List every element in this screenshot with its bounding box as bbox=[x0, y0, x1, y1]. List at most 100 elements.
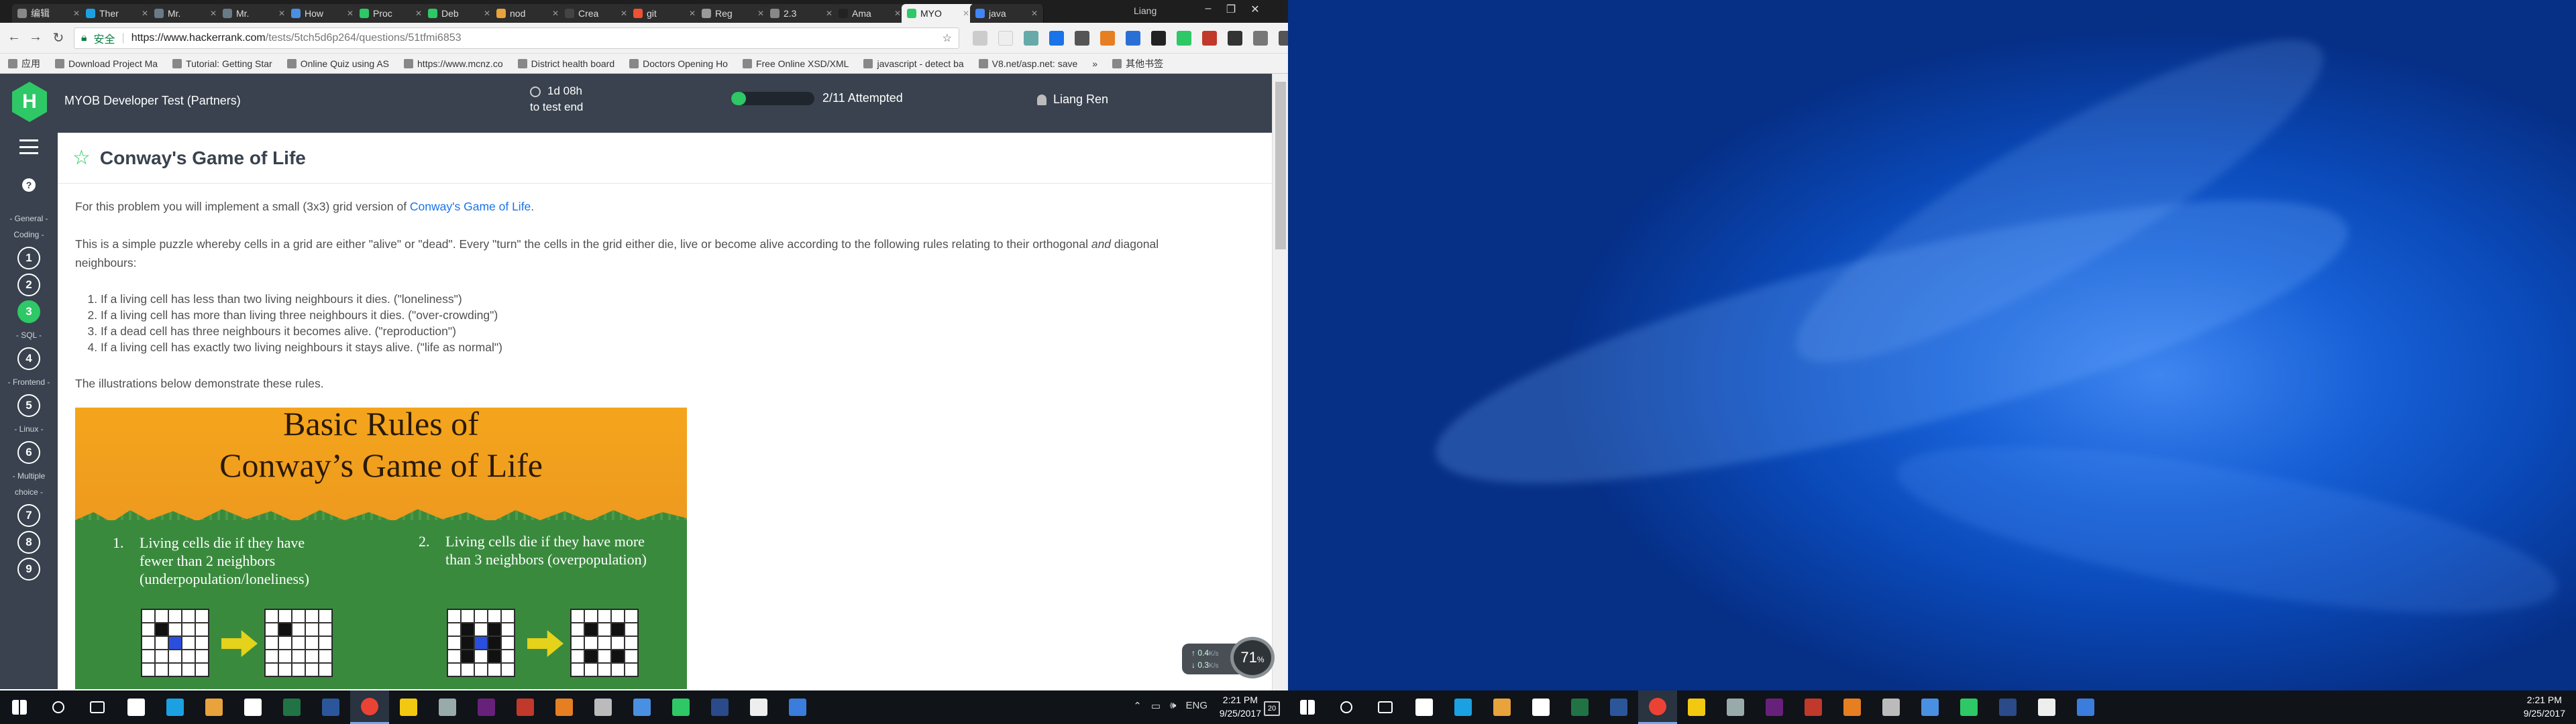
browser-tab[interactable]: java ✕ bbox=[970, 4, 1044, 23]
browser-tab[interactable]: Mr. ✕ bbox=[149, 4, 223, 23]
taskbar-button[interactable] bbox=[1794, 690, 1833, 724]
taskbar-button[interactable] bbox=[1911, 690, 1949, 724]
taskbar-button[interactable] bbox=[78, 690, 117, 724]
bookmark-item[interactable]: Tutorial: Getting Star bbox=[172, 58, 272, 69]
chevron-up-icon[interactable]: ⌃ bbox=[1133, 700, 1142, 712]
question-number-button[interactable]: 5 bbox=[17, 394, 40, 417]
bookmark-item[interactable]: Online Quiz using AS bbox=[286, 58, 389, 69]
tab-close-icon[interactable]: ✕ bbox=[1031, 9, 1038, 18]
help-icon[interactable]: ? bbox=[22, 178, 36, 192]
browser-tab[interactable]: Reg ✕ bbox=[696, 4, 770, 23]
question-number-button[interactable]: 1 bbox=[17, 247, 40, 269]
taskbar-button[interactable] bbox=[0, 690, 39, 724]
language-indicator[interactable]: ENG bbox=[1185, 700, 1208, 712]
tab-close-icon[interactable]: ✕ bbox=[757, 9, 764, 18]
network-icon[interactable]: ▭ bbox=[1151, 700, 1161, 712]
taskbar-button[interactable] bbox=[195, 690, 233, 724]
extension-icon[interactable] bbox=[1228, 31, 1242, 46]
extension-icon[interactable] bbox=[1126, 31, 1140, 46]
taskbar-button[interactable] bbox=[1366, 690, 1405, 724]
taskbar-button[interactable] bbox=[428, 690, 467, 724]
taskbar-button[interactable] bbox=[1521, 690, 1560, 724]
extension-icon[interactable] bbox=[1049, 31, 1064, 46]
taskbar-button[interactable] bbox=[2027, 690, 2066, 724]
hamburger-menu-icon[interactable] bbox=[19, 139, 38, 154]
clock[interactable]: 2:21 PM 9/25/2017 bbox=[2524, 693, 2565, 720]
bookmark-star-icon[interactable]: ☆ bbox=[943, 32, 952, 45]
taskbar-button[interactable] bbox=[233, 690, 272, 724]
tab-close-icon[interactable]: ✕ bbox=[826, 9, 833, 18]
taskbar-button[interactable] bbox=[1833, 690, 1872, 724]
question-number-button[interactable]: 7 bbox=[17, 504, 40, 527]
taskbar-button[interactable] bbox=[1949, 690, 1988, 724]
close-icon[interactable]: ✕ bbox=[1245, 3, 1265, 16]
taskbar-button[interactable] bbox=[1638, 690, 1677, 724]
reload-icon[interactable]: ↻ bbox=[50, 29, 67, 46]
tab-close-icon[interactable]: ✕ bbox=[689, 9, 696, 18]
extension-icon[interactable] bbox=[973, 31, 987, 46]
bookmark-item[interactable]: Download Project Ma bbox=[55, 58, 158, 69]
game-of-life-link[interactable]: Conway's Game of Life bbox=[410, 200, 531, 213]
browser-tab[interactable]: Proc ✕ bbox=[354, 4, 428, 23]
browser-tab[interactable]: How ✕ bbox=[286, 4, 360, 23]
bookmark-item[interactable]: Doctors Opening Ho bbox=[629, 58, 728, 69]
browser-tab[interactable]: Deb ✕ bbox=[423, 4, 496, 23]
taskbar-button[interactable] bbox=[739, 690, 778, 724]
taskbar-button[interactable] bbox=[1405, 690, 1444, 724]
browser-tab[interactable]: Ther ✕ bbox=[80, 4, 154, 23]
question-number-button[interactable]: 9 bbox=[17, 558, 40, 581]
bookmark-item[interactable]: 其他书签 bbox=[1112, 57, 1163, 70]
taskbar-button[interactable] bbox=[1327, 690, 1366, 724]
taskbar-button[interactable] bbox=[584, 690, 623, 724]
browser-tab[interactable]: 2.3 ✕ bbox=[765, 4, 839, 23]
taskbar-button[interactable] bbox=[1716, 690, 1755, 724]
taskbar-button[interactable] bbox=[545, 690, 584, 724]
clock[interactable]: 2:21 PM 9/25/2017 bbox=[1220, 693, 1261, 720]
taskbar-button[interactable] bbox=[350, 690, 389, 724]
bookmark-item[interactable]: District health board bbox=[517, 58, 614, 69]
question-number-button[interactable]: 6 bbox=[17, 441, 40, 464]
browser-tab[interactable]: Crea ✕ bbox=[559, 4, 633, 23]
browser-tab[interactable]: MYO ✕ bbox=[902, 4, 975, 23]
restore-icon[interactable]: ❐ bbox=[1221, 3, 1241, 16]
browser-tab[interactable]: git ✕ bbox=[628, 4, 702, 23]
taskbar-button[interactable] bbox=[389, 690, 428, 724]
extension-icon[interactable] bbox=[1253, 31, 1268, 46]
taskbar-button[interactable] bbox=[700, 690, 739, 724]
taskbar-button[interactable] bbox=[506, 690, 545, 724]
taskbar-button[interactable] bbox=[117, 690, 156, 724]
bookmark-item[interactable]: 应用 bbox=[8, 57, 40, 70]
tab-close-icon[interactable]: ✕ bbox=[415, 9, 422, 18]
bookmark-item[interactable]: V8.net/asp.net: save bbox=[978, 58, 1077, 69]
minimize-icon[interactable]: – bbox=[1198, 3, 1218, 15]
extension-icon[interactable] bbox=[998, 31, 1013, 46]
taskbar-button[interactable] bbox=[1677, 690, 1716, 724]
extension-icon[interactable] bbox=[1024, 31, 1038, 46]
url-input[interactable]: 🔒︎ 安全 | https://www.hackerrank.com/tests… bbox=[74, 27, 959, 49]
bookmark-item[interactable]: https://www.mcnz.co bbox=[404, 58, 503, 69]
forward-icon[interactable]: → bbox=[27, 29, 44, 45]
taskbar-button[interactable] bbox=[39, 690, 78, 724]
tab-close-icon[interactable]: ✕ bbox=[894, 9, 901, 18]
taskbar-button[interactable] bbox=[311, 690, 350, 724]
tab-close-icon[interactable]: ✕ bbox=[278, 9, 285, 18]
tab-close-icon[interactable]: ✕ bbox=[73, 9, 80, 18]
taskbar-button[interactable] bbox=[661, 690, 700, 724]
notification-icon[interactable]: 20 bbox=[1264, 701, 1280, 716]
extension-icon[interactable] bbox=[1151, 31, 1166, 46]
question-number-button[interactable]: 8 bbox=[17, 531, 40, 554]
user-menu[interactable]: Liang Ren bbox=[1037, 93, 1108, 107]
taskbar-button[interactable] bbox=[272, 690, 311, 724]
tab-close-icon[interactable]: ✕ bbox=[484, 9, 490, 18]
taskbar-button[interactable] bbox=[1988, 690, 2027, 724]
taskbar-button[interactable] bbox=[1755, 690, 1794, 724]
browser-tab[interactable]: nod ✕ bbox=[491, 4, 565, 23]
extension-icon[interactable] bbox=[1279, 31, 1288, 46]
tab-close-icon[interactable]: ✕ bbox=[552, 9, 559, 18]
question-number-button[interactable]: 3 bbox=[17, 300, 40, 323]
taskbar-button[interactable] bbox=[623, 690, 661, 724]
back-icon[interactable]: ← bbox=[5, 29, 23, 45]
volume-icon[interactable]: 🕪︎ bbox=[1170, 700, 1176, 712]
taskbar-button[interactable] bbox=[1444, 690, 1483, 724]
taskbar-button[interactable] bbox=[1599, 690, 1638, 724]
